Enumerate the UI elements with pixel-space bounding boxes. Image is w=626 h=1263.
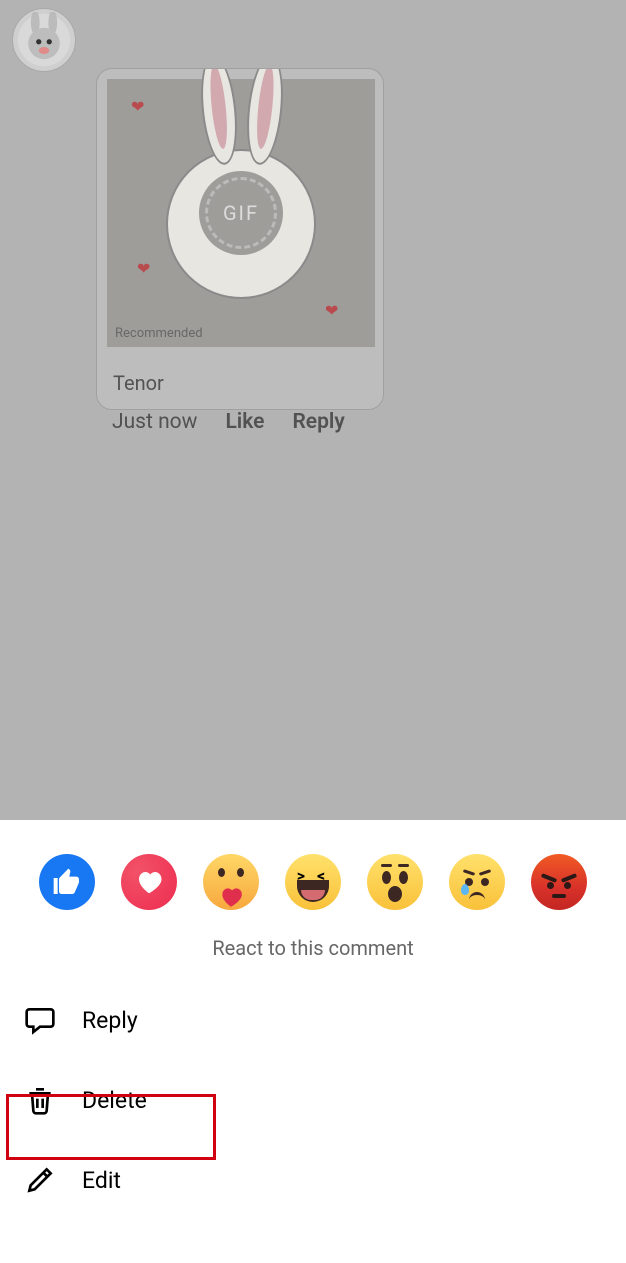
comment-like-link[interactable]: Like xyxy=(225,410,264,434)
comment-reply-link[interactable]: Reply xyxy=(292,410,344,434)
comment-timestamp: Just now xyxy=(112,410,197,434)
reply-icon xyxy=(22,1002,58,1038)
reaction-bar: > < xyxy=(0,820,626,922)
gif-source-label: Tenor xyxy=(97,357,383,409)
gif-badge: GIF xyxy=(199,171,283,255)
sheet-reply-label: Reply xyxy=(82,1007,138,1034)
commenter-avatar[interactable] xyxy=(12,8,76,72)
gif-badge-text: GIF xyxy=(223,201,259,225)
comment-meta-row: Just now Like Reply xyxy=(112,410,345,434)
reaction-wow[interactable] xyxy=(367,854,423,910)
pencil-icon xyxy=(22,1162,58,1198)
reaction-haha[interactable]: > < xyxy=(285,854,341,910)
reaction-care[interactable] xyxy=(203,854,259,910)
trash-icon xyxy=(22,1082,58,1118)
sheet-delete-option[interactable]: Delete xyxy=(0,1060,626,1140)
reaction-angry[interactable] xyxy=(531,854,587,910)
sheet-edit-option[interactable]: Edit xyxy=(0,1140,626,1220)
action-sheet: > < React to this comment Reply xyxy=(0,820,626,1263)
reaction-sad[interactable] xyxy=(449,854,505,910)
reaction-like[interactable] xyxy=(39,854,95,910)
sheet-delete-label: Delete xyxy=(82,1087,147,1114)
gif-preview[interactable]: ❤ ❤ ❤ GIF Recommended xyxy=(107,79,375,347)
dimmed-backdrop[interactable]: ❤ ❤ ❤ GIF Recommended Tenor Just now Lik… xyxy=(0,0,626,820)
gif-recommended-label: Recommended xyxy=(115,326,203,341)
react-instruction-label: React to this comment xyxy=(0,936,626,960)
sheet-edit-label: Edit xyxy=(82,1167,121,1194)
sheet-reply-option[interactable]: Reply xyxy=(0,980,626,1060)
comment-attachment-card[interactable]: ❤ ❤ ❤ GIF Recommended Tenor xyxy=(96,68,384,410)
reaction-love[interactable] xyxy=(121,854,177,910)
